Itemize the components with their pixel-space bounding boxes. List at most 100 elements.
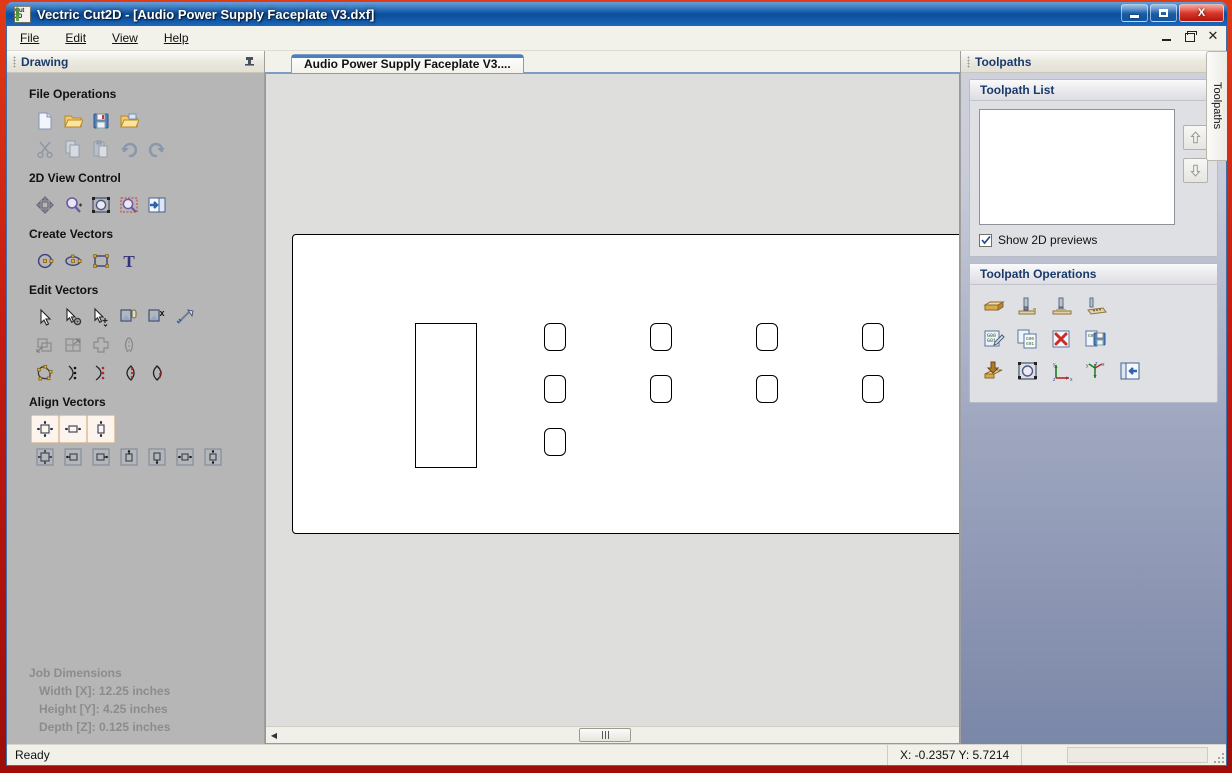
toolpath-list-title: Toolpath List xyxy=(980,83,1055,97)
material-setup-icon[interactable] xyxy=(980,294,1008,320)
menu-view[interactable]: View xyxy=(99,27,151,49)
move-vector-icon[interactable] xyxy=(87,303,115,331)
hscroll-track[interactable] xyxy=(282,728,943,742)
preview-toolpath-icon[interactable] xyxy=(980,358,1008,384)
toolpaths-vertical-tab[interactable]: Toolpaths xyxy=(1206,51,1227,161)
close-button[interactable]: X xyxy=(1179,4,1224,22)
hole-6[interactable] xyxy=(650,375,672,403)
cut-icon[interactable] xyxy=(31,135,59,163)
align-vertical-center-icon[interactable] xyxy=(199,443,227,471)
import-file-icon[interactable] xyxy=(115,107,143,135)
document-tab-label: Audio Power Supply Faceplate V3.... xyxy=(304,57,511,71)
view-2d-icon[interactable]: z x y xyxy=(1048,358,1076,384)
save-file-icon[interactable] xyxy=(87,107,115,135)
draw-ellipse-icon[interactable] xyxy=(59,247,87,275)
fit-curves-icon[interactable] xyxy=(31,359,59,387)
job-dimensions: Job Dimensions Width [X]: 12.25 inches H… xyxy=(7,666,264,738)
menu-file[interactable]: File xyxy=(7,27,52,49)
display-cutout[interactable] xyxy=(415,323,477,468)
align-bottom-icon[interactable] xyxy=(143,443,171,471)
minimize-button[interactable] xyxy=(1121,4,1148,22)
offset-vectors-icon[interactable] xyxy=(31,331,59,359)
maximize-button[interactable] xyxy=(1150,4,1177,22)
toolpath-operations-row-1 xyxy=(980,294,1207,320)
pin-icon[interactable] xyxy=(243,55,256,68)
hole-5[interactable] xyxy=(544,375,566,403)
menu-help[interactable]: Help xyxy=(151,27,202,49)
hole-1[interactable] xyxy=(544,323,566,351)
mdi-close-button[interactable]: ✕ xyxy=(1206,29,1220,43)
draw-rectangle-icon[interactable] xyxy=(87,247,115,275)
align-top-icon[interactable] xyxy=(115,443,143,471)
boolean-vectors-icon[interactable] xyxy=(143,359,171,387)
move-toolpath-down-button[interactable] xyxy=(1183,158,1208,183)
zoom-extents-icon[interactable] xyxy=(87,191,115,219)
align-center-horizontal-icon[interactable] xyxy=(59,415,87,443)
edit-gcode-icon[interactable]: G00 G01 xyxy=(980,326,1008,352)
zoom-preview-icon[interactable] xyxy=(1014,358,1042,384)
align-material-center-icon[interactable] xyxy=(31,443,59,471)
hole-2[interactable] xyxy=(650,323,672,351)
material-sheet[interactable] xyxy=(292,234,959,534)
zoom-in-icon[interactable] xyxy=(59,191,87,219)
show-2d-previews-row[interactable]: Show 2D previews xyxy=(979,233,1208,247)
zoom-selection-icon[interactable] xyxy=(115,191,143,219)
hole-3[interactable] xyxy=(756,323,778,351)
toggle-panel-icon[interactable] xyxy=(143,191,171,219)
delete-toolpath-icon[interactable] xyxy=(1048,326,1076,352)
weld-vectors-icon[interactable] xyxy=(87,359,115,387)
hole-4[interactable] xyxy=(862,323,884,351)
select-tool-icon[interactable] xyxy=(31,303,59,331)
move-toolpath-up-button[interactable] xyxy=(1183,125,1208,150)
pan-view-icon[interactable] xyxy=(31,191,59,219)
draw-text-icon[interactable]: T xyxy=(115,247,143,275)
mdi-minimize-button[interactable] xyxy=(1160,29,1174,43)
hole-8[interactable] xyxy=(862,375,884,403)
scale-vectors-icon[interactable] xyxy=(59,331,87,359)
align-horizontal-center-icon[interactable] xyxy=(171,443,199,471)
open-file-icon[interactable] xyxy=(59,107,87,135)
trim-vectors-icon[interactable] xyxy=(59,359,87,387)
toolpath-listbox[interactable] xyxy=(979,109,1175,225)
scroll-right-arrow-icon[interactable] xyxy=(943,728,959,743)
copy-icon[interactable] xyxy=(59,135,87,163)
close-vector-icon[interactable]: x xyxy=(143,303,171,331)
save-toolpath-icon[interactable]: G00 xyxy=(1082,326,1110,352)
hscroll-thumb[interactable] xyxy=(579,728,632,742)
2d-canvas[interactable] xyxy=(266,74,959,726)
hole-7[interactable] xyxy=(756,375,778,403)
view-3d-icon[interactable]: z y x xyxy=(1082,358,1110,384)
document-tab[interactable]: Audio Power Supply Faceplate V3.... xyxy=(291,54,524,73)
align-right-icon[interactable] xyxy=(87,443,115,471)
scroll-left-arrow-icon[interactable]: ◀ xyxy=(266,728,282,743)
menu-edit[interactable]: Edit xyxy=(52,27,99,49)
profile-toolpath-icon[interactable] xyxy=(1014,294,1042,320)
paste-icon[interactable] xyxy=(87,135,115,163)
redo-icon[interactable] xyxy=(143,135,171,163)
resize-grip-icon[interactable] xyxy=(1210,749,1224,763)
measure-icon[interactable] xyxy=(171,303,199,331)
draw-circle-icon[interactable] xyxy=(31,247,59,275)
undo-icon[interactable] xyxy=(115,135,143,163)
show-2d-previews-checkbox[interactable] xyxy=(979,233,992,247)
mdi-restore-button[interactable] xyxy=(1183,29,1197,43)
hole-9[interactable] xyxy=(544,428,566,456)
toolpaths-panel-title: Toolpaths xyxy=(975,54,1032,69)
canvas-horizontal-scrollbar[interactable]: ◀ xyxy=(266,726,959,743)
align-center-both-icon[interactable] xyxy=(31,415,59,443)
join-vectors-icon[interactable] xyxy=(115,303,143,331)
align-center-vertical-icon[interactable] xyxy=(87,415,115,443)
svg-text:T: T xyxy=(123,252,135,271)
merge-toolpaths-icon[interactable]: G00 G01 xyxy=(1014,326,1042,352)
section-title-2d-view-control: 2D View Control xyxy=(29,171,121,185)
pocket-toolpath-icon[interactable] xyxy=(1048,294,1076,320)
drill-toolpath-icon[interactable] xyxy=(1082,294,1110,320)
mirror-vectors-icon[interactable] xyxy=(115,331,143,359)
fillet-vectors-icon[interactable] xyxy=(115,359,143,387)
section-title-file-operations: File Operations xyxy=(29,87,117,101)
align-left-icon[interactable] xyxy=(59,443,87,471)
node-edit-icon[interactable] xyxy=(59,303,87,331)
new-file-icon[interactable] xyxy=(31,107,59,135)
close-panel-icon[interactable] xyxy=(1116,358,1144,384)
array-copy-icon[interactable] xyxy=(87,331,115,359)
